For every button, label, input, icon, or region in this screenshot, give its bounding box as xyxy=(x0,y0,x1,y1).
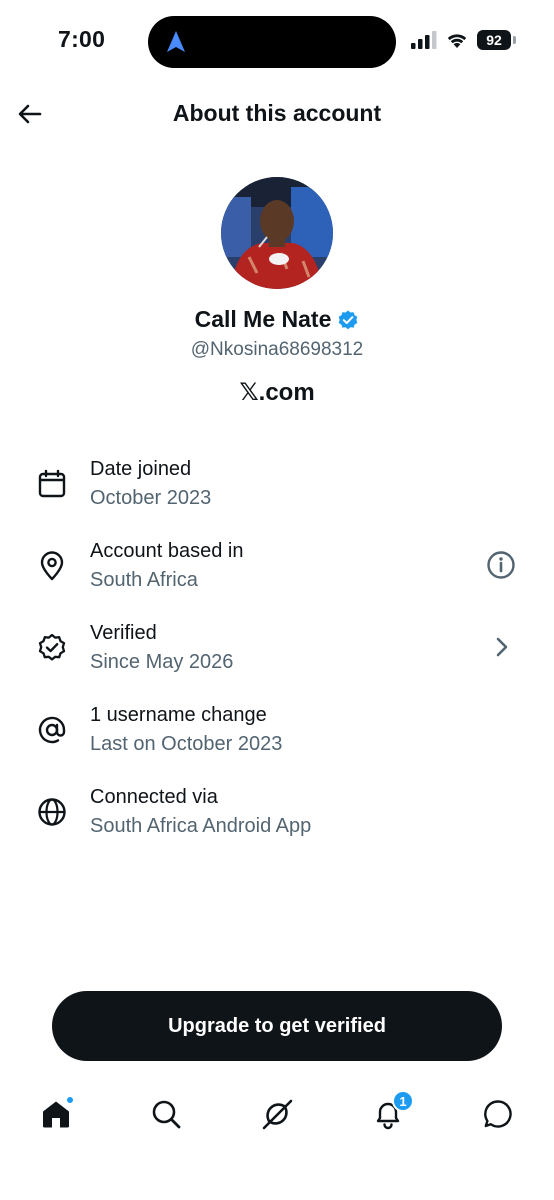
display-name: Call Me Nate xyxy=(194,306,332,332)
page-title: About this account xyxy=(172,100,382,126)
avatar-image xyxy=(221,177,333,289)
info-subtitle: October 2023 xyxy=(90,487,212,509)
globe-icon xyxy=(38,798,66,826)
info-subtitle: South Africa Android App xyxy=(90,815,312,837)
nav-search[interactable] xyxy=(146,1094,186,1134)
signal-icon xyxy=(411,31,437,49)
info-title: Verified xyxy=(90,622,157,644)
upgrade-verified-button[interactable]: Upgrade to get verified xyxy=(52,991,502,1061)
verified-badge-icon xyxy=(339,310,358,329)
nav-messages[interactable] xyxy=(478,1094,518,1134)
info-username-changes: 1 username change Last on October 2023 xyxy=(0,704,554,776)
status-time: 7:00 xyxy=(58,26,106,52)
info-title: Account based in xyxy=(90,540,244,562)
nav-grok[interactable] xyxy=(257,1094,297,1134)
location-pin-icon xyxy=(40,551,64,581)
info-verified[interactable]: Verified Since May 2026 xyxy=(0,622,554,694)
battery-level: 92 xyxy=(477,30,511,50)
info-icon xyxy=(487,551,515,579)
navigation-arrow-icon xyxy=(167,31,185,52)
page-header: About this account xyxy=(0,90,554,140)
display-name-row: Call Me Nate xyxy=(0,306,554,333)
search-icon xyxy=(152,1100,181,1129)
status-indicators: 92 xyxy=(411,30,516,50)
grok-icon xyxy=(262,1099,293,1130)
calendar-icon xyxy=(38,469,66,498)
handle: @Nkosina68698312 xyxy=(190,339,364,360)
info-title: Date joined xyxy=(90,458,192,480)
nav-notifications[interactable]: 1 xyxy=(368,1090,414,1134)
wifi-icon xyxy=(447,34,467,48)
info-account-based-in: Account based in South Africa xyxy=(0,540,554,612)
nav-home[interactable] xyxy=(36,1094,76,1134)
info-title: 1 username change xyxy=(90,704,267,726)
chevron-right-icon xyxy=(496,637,508,657)
status-bar: 7:00 92 xyxy=(0,0,554,84)
bottom-nav: 1 xyxy=(0,1088,554,1148)
info-title: Connected via xyxy=(90,786,218,808)
battery-indicator: 92 xyxy=(477,30,516,50)
avatar[interactable] xyxy=(221,177,333,289)
info-subtitle: Since May 2026 xyxy=(90,651,234,673)
dynamic-island xyxy=(148,16,396,68)
site-label: 𝕏.com xyxy=(239,379,315,406)
info-button[interactable] xyxy=(484,548,518,582)
verified-details-button[interactable] xyxy=(484,630,518,664)
info-subtitle: Last on October 2023 xyxy=(90,733,283,755)
info-date-joined: Date joined October 2023 xyxy=(0,458,554,530)
battery-tip xyxy=(513,36,516,44)
home-new-dot xyxy=(66,1096,74,1104)
at-sign-icon xyxy=(38,716,66,744)
info-subtitle: South Africa xyxy=(90,569,198,591)
messages-icon xyxy=(484,1100,512,1128)
verified-badge-outline-icon xyxy=(38,633,66,661)
info-connected-via: Connected via South Africa Android App xyxy=(0,786,554,858)
notification-count-badge: 1 xyxy=(392,1090,414,1112)
